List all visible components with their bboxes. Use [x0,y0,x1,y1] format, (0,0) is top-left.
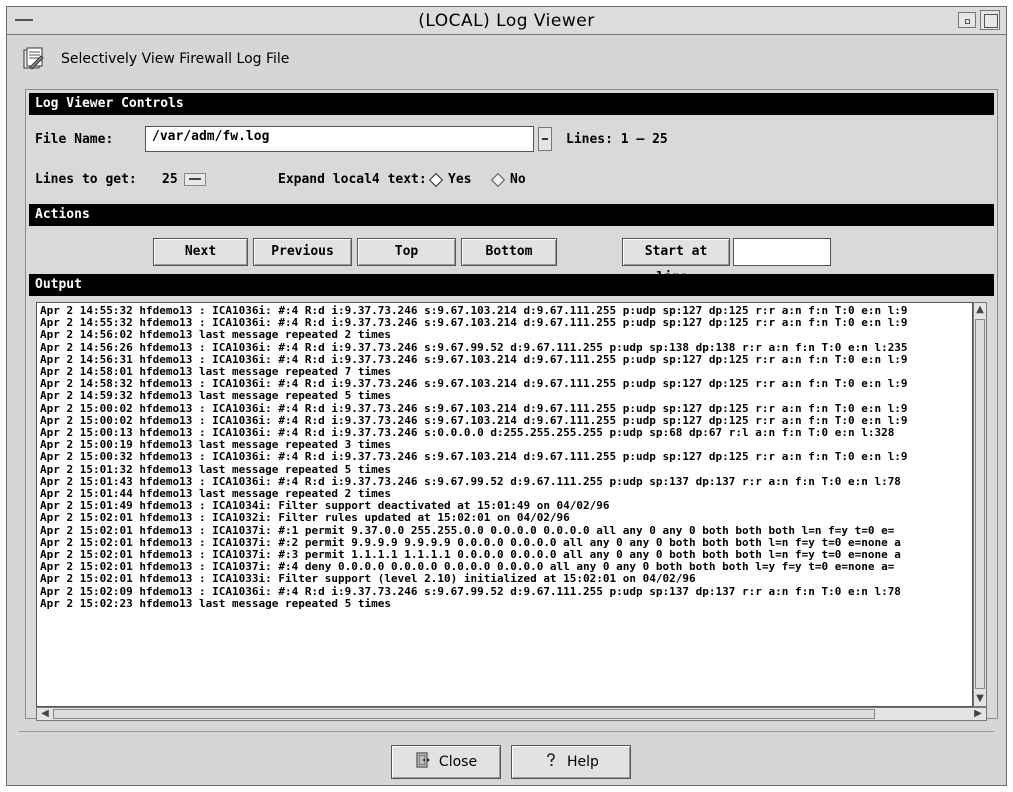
scroll-left-arrow-icon[interactable]: ◀ [38,708,52,720]
actions-section-header: Actions [29,204,994,226]
expand-local4-label: Expand local4 text: [278,172,427,187]
lines-to-get-value: 25 [162,172,178,187]
log-viewer-panel: Log Viewer Controls File Name: /var/adm/… [25,89,998,721]
lines-to-get-label: Lines to get: [35,172,137,187]
expand-yes-label: Yes [448,172,472,187]
top-button[interactable]: Top [357,238,456,266]
footer-divider [19,731,994,732]
next-button[interactable]: Next [153,238,248,266]
horizontal-scroll-thumb[interactable] [53,709,875,719]
log-line: Apr 2 15:02:01 hfdemo13 : ICA1033i: Filt… [40,572,696,586]
lines-range-text: Lines: 1 – 25 [566,132,668,147]
help-question-icon [543,752,559,772]
controls-section-header: Log Viewer Controls [29,93,994,115]
bottom-button[interactable]: Bottom [461,238,557,266]
radio-diamond-icon [490,172,506,187]
log-output-text-area[interactable]: Apr 2 14:55:32 hfdemo13 : ICA1036i: #:4 … [36,302,973,707]
radio-diamond-icon [428,172,444,187]
log-line: Apr 2 15:01:32 hfdemo13 last message rep… [40,462,391,476]
log-document-icon [21,47,45,71]
file-name-label: File Name: [35,132,114,147]
file-name-dropdown-button[interactable] [538,127,552,151]
scroll-down-arrow-icon[interactable]: ▼ [975,693,985,705]
vertical-scrollbar[interactable]: ▲ ▼ [973,302,987,707]
expand-yes-radio[interactable]: Yes [428,172,472,187]
lines-to-get-selector[interactable]: 25 [162,172,206,187]
log-line: Apr 2 15:02:23 hfdemo13 last message rep… [40,596,391,610]
vertical-scroll-thumb[interactable] [975,319,985,689]
close-door-icon [415,752,431,772]
output-section-header: Output [29,274,994,296]
log-line: Apr 2 15:02:01 hfdemo13 : ICA1032i: Filt… [40,511,570,525]
title-bar[interactable]: (LOCAL) Log Viewer [7,7,1006,35]
close-button[interactable]: Close [391,745,501,779]
horizontal-scrollbar[interactable]: ◀ ▶ [36,707,987,721]
log-line: Apr 2 14:56:02 hfdemo13 last message rep… [40,328,391,342]
log-viewer-window: (LOCAL) Log Viewer Selectively View Fire… [6,6,1007,786]
maximize-button[interactable] [980,10,1000,30]
log-line: Apr 2 15:00:02 hfdemo13 : ICA1036i: #:4 … [40,401,908,415]
expand-no-radio[interactable]: No [490,172,526,187]
start-at-line-input[interactable] [733,238,831,266]
expand-no-label: No [510,172,526,187]
minimize-button[interactable] [958,12,976,28]
start-at-line-button[interactable]: Start at line: [622,238,730,285]
help-button[interactable]: Help [511,745,631,779]
window-title: (LOCAL) Log Viewer [418,11,595,31]
previous-button[interactable]: Previous [253,238,352,266]
option-menu-indicator-icon [183,173,206,186]
log-line: Apr 2 14:56:26 hfdemo13 : ICA1036i: #:4 … [40,340,908,354]
log-line: Apr 2 15:00:32 hfdemo13 : ICA1036i: #:4 … [40,450,908,464]
close-button-label: Close [438,754,478,770]
file-name-input[interactable]: /var/adm/fw.log [145,126,534,152]
scroll-up-arrow-icon[interactable]: ▲ [975,304,985,316]
help-button-label: Help [567,754,599,770]
page-title: Selectively View Firewall Log File [61,51,290,67]
scroll-right-arrow-icon[interactable]: ▶ [971,708,985,720]
log-line: Apr 2 14:59:32 hfdemo13 last message rep… [40,389,391,403]
